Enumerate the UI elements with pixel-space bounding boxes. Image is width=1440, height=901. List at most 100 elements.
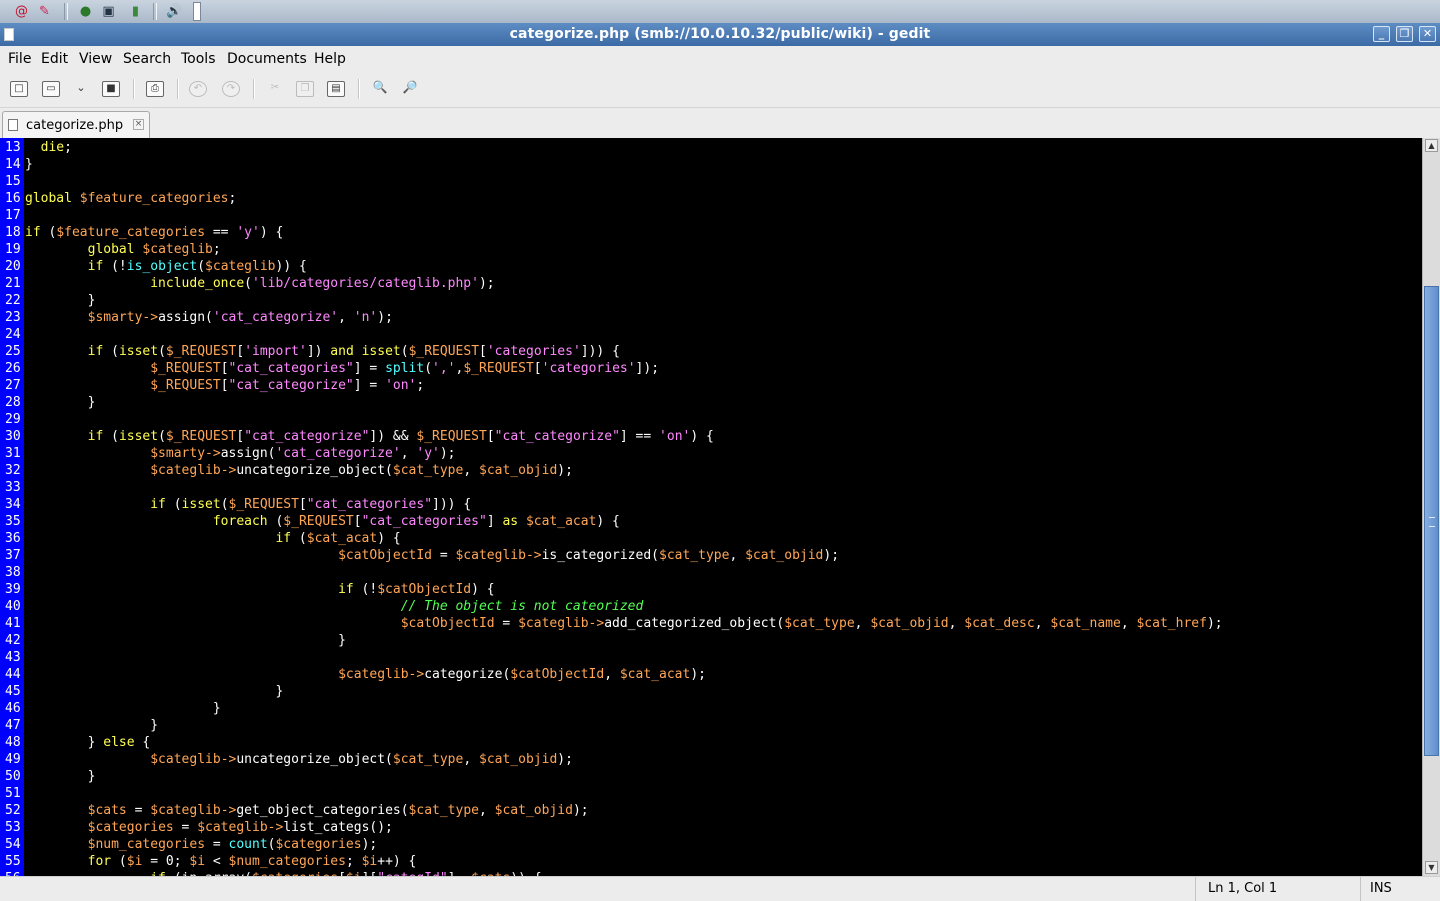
line-text[interactable]: $categlib->uncategorize_object($cat_type…	[25, 751, 573, 768]
line-number: 22	[5, 293, 21, 308]
line-number: 55	[5, 854, 21, 869]
find-replace-icon[interactable]: 🔎	[401, 81, 419, 97]
line-text[interactable]: $cats = $categlib->get_object_categories…	[25, 802, 589, 819]
line-number: 47	[5, 718, 21, 733]
line-text[interactable]: if (!$catObjectId) {	[25, 581, 495, 598]
line-number: 26	[5, 361, 21, 376]
minimize-button[interactable]: _	[1373, 26, 1390, 42]
print-button[interactable]: ⎙	[146, 81, 164, 97]
line-text[interactable]: die;	[25, 139, 72, 156]
line-number: 44	[5, 667, 21, 682]
line-text[interactable]: $categlib->categorize($catObjectId, $cat…	[25, 666, 706, 683]
line-number: 18	[5, 225, 21, 240]
menu-file[interactable]: File	[8, 51, 31, 67]
find-icon[interactable]: 🔍	[371, 81, 389, 97]
line-text[interactable]: if (isset($_REQUEST["cat_categorize"]) &…	[25, 428, 714, 445]
redo-button[interactable]: ↷	[222, 81, 240, 97]
tab-categorize-php[interactable]: categorize.php ×	[2, 111, 150, 138]
window-title: categorize.php (smb://10.0.10.32/public/…	[509, 26, 931, 42]
paste-button[interactable]: ▤	[327, 81, 345, 97]
volume-icon[interactable]: 🔊	[165, 2, 184, 21]
open-button[interactable]: ▭	[42, 81, 60, 97]
menu-view[interactable]: View	[79, 51, 112, 67]
menu-bar: File Edit View Search Tools Documents He…	[0, 46, 1440, 71]
line-number: 32	[5, 463, 21, 478]
line-number: 21	[5, 276, 21, 291]
line-text[interactable]: if ($feature_categories == 'y') {	[25, 224, 283, 241]
line-number: 51	[5, 786, 21, 801]
battery-icon[interactable]: ▮	[126, 2, 145, 21]
toolbar-separator	[358, 79, 360, 99]
line-text[interactable]: global $feature_categories;	[25, 190, 236, 207]
line-text[interactable]: for ($i = 0; $i < $num_categories; $i++)…	[25, 853, 417, 870]
debian-swirl-icon[interactable]: @	[12, 2, 31, 21]
window-titlebar[interactable]: categorize.php (smb://10.0.10.32/public/…	[0, 23, 1440, 46]
line-number: 34	[5, 497, 21, 512]
open-recent-chevron-icon[interactable]: ⌄	[72, 81, 90, 97]
scroll-down-arrow-icon[interactable]: ▼	[1425, 861, 1438, 874]
line-text[interactable]: }	[25, 632, 346, 649]
cut-button[interactable]: ✂	[266, 81, 284, 97]
line-text[interactable]: include_once('lib/categories/categlib.ph…	[25, 275, 494, 292]
copy-button[interactable]: ❐	[296, 81, 314, 97]
line-text[interactable]: }	[25, 717, 158, 734]
line-number: 43	[5, 650, 21, 665]
line-text[interactable]: }	[25, 683, 283, 700]
undo-button[interactable]: ↶	[189, 81, 207, 97]
display-icon[interactable]: ▣	[99, 2, 118, 21]
save-button[interactable]: ■	[102, 81, 120, 97]
line-text[interactable]: $categlib->uncategorize_object($cat_type…	[25, 462, 573, 479]
line-text[interactable]: $_REQUEST["cat_categorize"] = 'on';	[25, 377, 424, 394]
menu-edit[interactable]: Edit	[41, 51, 68, 67]
line-text[interactable]: if ($cat_acat) {	[25, 530, 400, 547]
scroll-up-arrow-icon[interactable]: ▲	[1425, 139, 1438, 152]
line-number: 42	[5, 633, 21, 648]
line-text[interactable]: }	[25, 700, 221, 717]
line-text[interactable]: $catObjectId = $categlib->is_categorized…	[25, 547, 839, 564]
volume-level-bar[interactable]	[193, 2, 201, 21]
line-text[interactable]: }	[25, 292, 96, 309]
status-bar: Ln 1, Col 1 INS	[0, 876, 1440, 901]
line-number: 20	[5, 259, 21, 274]
line-text[interactable]: $smarty->assign('cat_categorize', 'y');	[25, 445, 455, 462]
close-window-button[interactable]: ✕	[1419, 26, 1436, 42]
vertical-scrollbar[interactable]: ▲ ▼	[1422, 138, 1440, 876]
line-number: 28	[5, 395, 21, 410]
text-editor[interactable]: 13 die; 14} 15 16 global $feature_categories…	[0, 138, 1422, 876]
line-text[interactable]: $categories = $categlib->list_categs();	[25, 819, 393, 836]
line-number: 31	[5, 446, 21, 461]
maximize-button[interactable]: ❐	[1396, 26, 1413, 42]
menu-documents[interactable]: Documents	[227, 51, 307, 67]
new-document-button[interactable]: □	[10, 81, 28, 97]
line-text[interactable]: }	[25, 768, 96, 785]
line-text[interactable]: if (!is_object($categlib)) {	[25, 258, 307, 275]
line-text[interactable]: if (isset($_REQUEST['import']) and isset…	[25, 343, 620, 360]
line-text[interactable]: if (isset($_REQUEST["cat_categories"])) …	[25, 496, 471, 513]
scrollbar-thumb[interactable]	[1424, 286, 1439, 756]
line-text[interactable]: $catObjectId = $categlib->add_categorize…	[25, 615, 1223, 632]
top-panel: @ ✎ ● ▣ ▮ 🔊	[0, 0, 1440, 23]
panel-separator	[153, 3, 157, 20]
line-text[interactable]: $_REQUEST["cat_categories"] = split(',',…	[25, 360, 659, 377]
menu-search[interactable]: Search	[123, 51, 171, 67]
toolbar-separator	[177, 79, 179, 99]
line-number: 40	[5, 599, 21, 614]
line-text[interactable]: $num_categories = count($categories);	[25, 836, 378, 853]
line-text[interactable]: }	[25, 156, 33, 173]
close-tab-icon[interactable]: ×	[133, 119, 144, 130]
line-text[interactable]: } else {	[25, 734, 151, 751]
menu-help[interactable]: Help	[314, 51, 346, 67]
line-number: 30	[5, 429, 21, 444]
line-number: 23	[5, 310, 21, 325]
paint-brush-icon[interactable]: ✎	[35, 2, 54, 21]
cursor-position: Ln 1, Col 1	[1208, 881, 1278, 896]
network-icon[interactable]: ●	[76, 2, 95, 21]
line-number: 54	[5, 837, 21, 852]
line-text[interactable]: foreach ($_REQUEST["cat_categories"] as …	[25, 513, 620, 530]
line-number: 15	[5, 174, 21, 189]
line-text[interactable]: }	[25, 394, 96, 411]
menu-tools[interactable]: Tools	[181, 51, 216, 67]
line-text[interactable]: global $categlib;	[25, 241, 221, 258]
line-text[interactable]: // The object is not cateorized	[25, 598, 644, 615]
line-text[interactable]: $smarty->assign('cat_categorize', 'n');	[25, 309, 393, 326]
